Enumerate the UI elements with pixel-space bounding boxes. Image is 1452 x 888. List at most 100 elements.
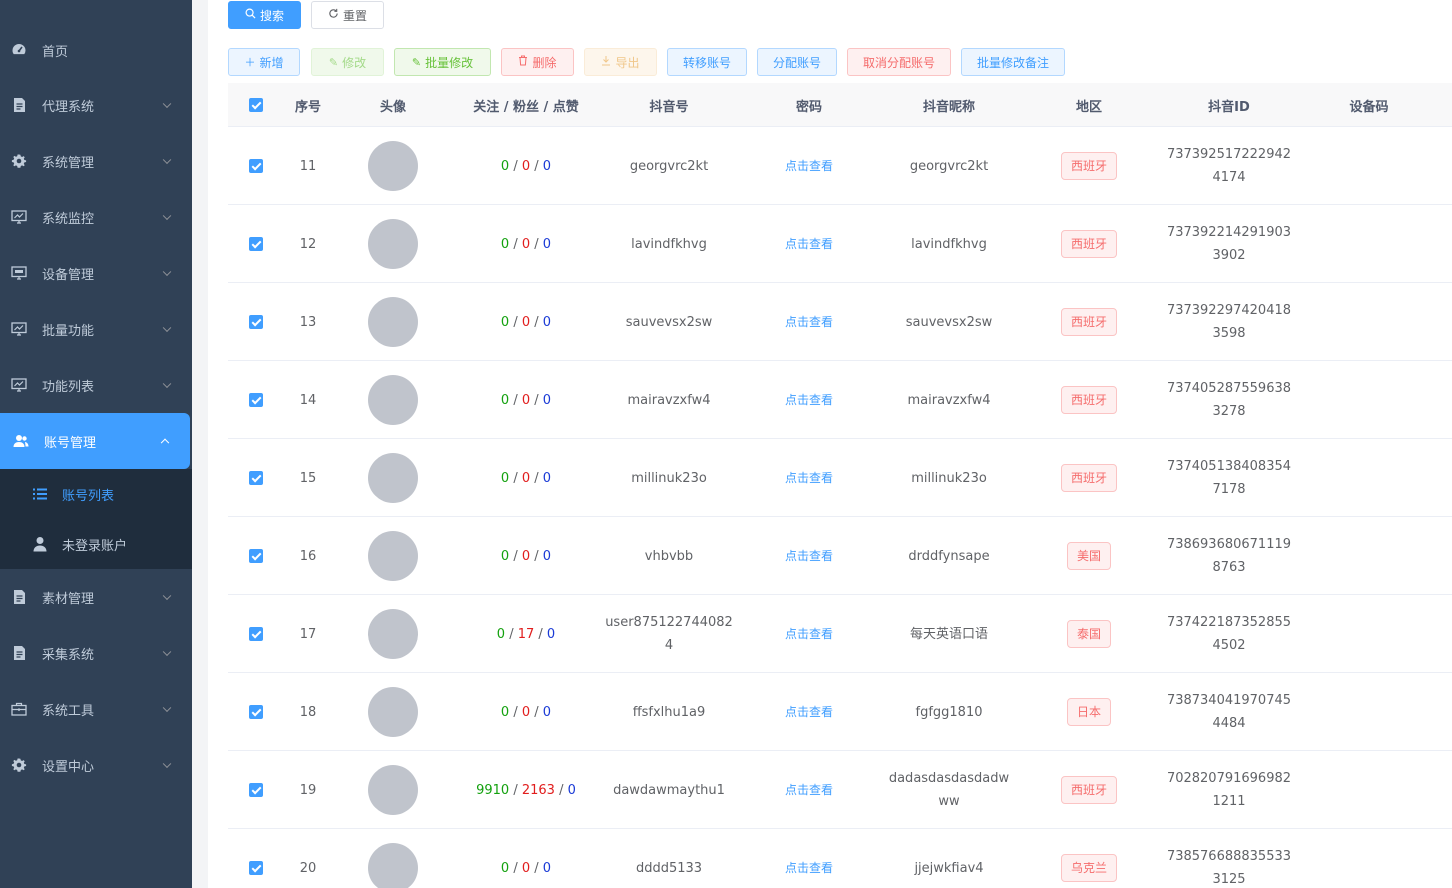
menu-menus-after-3[interactable]: 设置中心 (0, 737, 192, 793)
edit-button[interactable]: ✎ 修改 (311, 48, 384, 76)
table-row[interactable]: 14 0 / 0 / 0 mairavzxfw4 点击查看 mairavzxfw4 西班牙… (228, 361, 1452, 439)
batch-edit-remark-button[interactable]: 批量修改备注 (961, 48, 1065, 76)
douyin-id-cell: 7374052875596383278 (1159, 361, 1299, 439)
submenu-item-account-list[interactable]: 账号列表 (0, 469, 192, 519)
avatar[interactable] (368, 219, 418, 269)
view-password-link[interactable]: 点击查看 (785, 389, 833, 412)
nickname-cell: mairavzxfw4 (879, 361, 1019, 439)
avatar[interactable] (368, 375, 418, 425)
reset-button[interactable]: 重置 (311, 1, 384, 29)
menu-account-management[interactable]: 账号管理 (0, 413, 190, 469)
table-row[interactable]: 12 0 / 0 / 0 lavindfkhvg 点击查看 lavindfkhvg 西班牙… (228, 205, 1452, 283)
monitor-chart-icon (11, 377, 27, 393)
index-cell: 19 (299, 782, 317, 798)
fans-count: 0 (521, 548, 531, 564)
view-password-link[interactable]: 点击查看 (785, 701, 833, 724)
row-checkbox[interactable] (249, 471, 263, 485)
follow-count: 0 (500, 392, 510, 408)
douyin-id: 7386936806711198763 (1166, 537, 1292, 575)
add-button[interactable]: ＋新增 (228, 48, 300, 76)
stats-cell: 0 / 0 / 0 (456, 205, 596, 283)
submenu-item-not-logged-in[interactable]: 未登录账户 (0, 519, 192, 569)
nickname: dadasdasdasdadwww (888, 771, 1010, 809)
menu-menus-after-0[interactable]: 素材管理 (0, 569, 192, 625)
header-douyin-no: 抖音号 (649, 99, 689, 115)
table-row[interactable]: 11 0 / 0 / 0 georgvrc2kt 点击查看 georgvrc2kt 西班牙… (228, 127, 1452, 205)
region-cell: 泰国 (1019, 595, 1159, 673)
avatar[interactable] (368, 297, 418, 347)
table-row[interactable]: 15 0 / 0 / 0 millinuk23o 点击查看 millinuk23o 西班牙… (228, 439, 1452, 517)
row-checkbox[interactable] (249, 237, 263, 251)
device-code-cell (1299, 283, 1439, 361)
row-checkbox[interactable] (249, 315, 263, 329)
nickname-cell: drddfynsape (879, 517, 1019, 595)
douyin-no-cell: user8751227440824 (599, 595, 739, 673)
douyin-no-cell: vhbvbb (599, 517, 739, 595)
content-gutter (192, 0, 208, 888)
row-checkbox[interactable] (249, 393, 263, 407)
assign-account-button[interactable]: 分配账号 (757, 48, 837, 76)
table-row[interactable]: 13 0 / 0 / 0 sauvevsx2sw 点击查看 sauvevsx2sw 西班牙… (228, 283, 1452, 361)
menu-menus-after-2[interactable]: 系统工具 (0, 681, 192, 737)
avatar[interactable] (368, 765, 418, 815)
view-password-link[interactable]: 点击查看 (785, 233, 833, 256)
view-password-link[interactable]: 点击查看 (785, 545, 833, 568)
likes-count: 0 (542, 704, 552, 720)
menu-menus-before-0[interactable]: 代理系统 (0, 77, 192, 133)
table-row[interactable]: 19 9910 / 2163 / 0 dawdawmaythu1 点击查看 dadasd… (228, 751, 1452, 829)
menu-menus-before-4[interactable]: 批量功能 (0, 301, 192, 357)
menu-menus-before-2[interactable]: 系统监控 (0, 189, 192, 245)
select-all-checkbox[interactable] (249, 98, 263, 112)
table-row[interactable]: 18 0 / 0 / 0 ffsfxlhu1a9 点击查看 fgfgg1810 日本 738… (228, 673, 1452, 751)
douyin-no: dawdawmaythu1 (613, 782, 725, 798)
region-tag: 日本 (1066, 698, 1111, 726)
menu-menus-before-1[interactable]: 系统管理 (0, 133, 192, 189)
table-row[interactable]: 17 0 / 17 / 0 user8751227440824 点击查看 每天英语口语泰… (228, 595, 1452, 673)
table-row[interactable]: 20 0 / 0 / 0 dddd5133 点击查看 jjejwkfiav4 乌克兰 738… (228, 829, 1452, 888)
avatar[interactable] (368, 687, 418, 737)
fans-count: 0 (521, 314, 531, 330)
douyin-id-cell: 7028207916969821211 (1159, 751, 1299, 829)
search-button[interactable]: 搜索 (228, 1, 301, 29)
stats-cell: 0 / 0 / 0 (456, 439, 596, 517)
export-button[interactable]: 导出 (584, 48, 657, 76)
row-checkbox[interactable] (249, 549, 263, 563)
delete-button[interactable]: 删除 (501, 48, 574, 76)
menu-menus-after-1[interactable]: 采集系统 (0, 625, 192, 681)
chevron-up-icon (160, 438, 170, 448)
monitor-chart-icon (11, 209, 27, 225)
menu-menus-before-3[interactable]: 设备管理 (0, 245, 192, 301)
douyin-id-cell: 7386936806711198763 (1159, 517, 1299, 595)
avatar-cell (353, 673, 433, 751)
menu-home[interactable]: 首页 (0, 0, 192, 77)
view-password-link[interactable]: 点击查看 (785, 155, 833, 178)
unassign-account-button[interactable]: 取消分配账号 (847, 48, 951, 76)
fans-count: 0 (521, 860, 531, 876)
view-password-link[interactable]: 点击查看 (785, 623, 833, 646)
menu-menus-before-5[interactable]: 功能列表 (0, 357, 192, 413)
table-row[interactable]: 16 0 / 0 / 0 vhbvbb 点击查看 drddfynsape 美国 738693… (228, 517, 1452, 595)
row-checkbox[interactable] (249, 159, 263, 173)
row-checkbox[interactable] (249, 783, 263, 797)
search-icon (245, 8, 256, 22)
view-password-link[interactable]: 点击查看 (785, 857, 833, 880)
stats-cell: 0 / 0 / 0 (456, 127, 596, 205)
follow-count: 0 (500, 314, 510, 330)
view-password-link[interactable]: 点击查看 (785, 779, 833, 802)
avatar[interactable] (368, 453, 418, 503)
row-checkbox[interactable] (249, 627, 263, 641)
avatar[interactable] (368, 843, 418, 888)
douyin-id: 7374051384083547178 (1166, 459, 1292, 497)
avatar[interactable] (368, 609, 418, 659)
view-password-link[interactable]: 点击查看 (785, 311, 833, 334)
avatar[interactable] (368, 531, 418, 581)
row-checkbox[interactable] (249, 705, 263, 719)
avatar[interactable] (368, 141, 418, 191)
nickname: georgvrc2kt (909, 158, 989, 174)
nickname: mairavzxfw4 (907, 392, 991, 408)
view-password-link[interactable]: 点击查看 (785, 467, 833, 490)
batch-edit-button[interactable]: ✎ 批量修改 (394, 48, 491, 76)
transfer-account-button[interactable]: 转移账号 (667, 48, 747, 76)
row-checkbox[interactable] (249, 861, 263, 875)
douyin-no-cell: dawdawmaythu1 (599, 751, 739, 829)
